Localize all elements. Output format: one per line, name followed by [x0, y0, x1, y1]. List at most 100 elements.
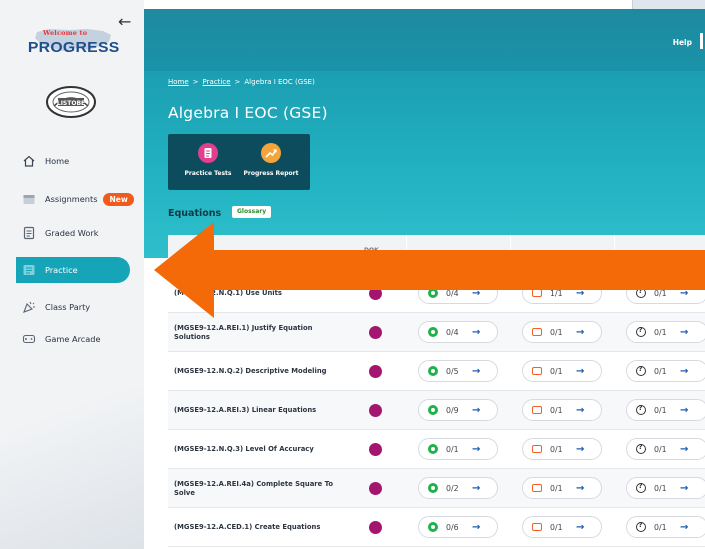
- sidebar-item-graded-work[interactable]: Graded Work: [16, 220, 130, 246]
- quiz-progress-button[interactable]: 0/1 →: [522, 516, 602, 538]
- question-circle-icon: [636, 521, 646, 532]
- app-window: ← Welcome to PROGRESS LISTOBE Home Assig…: [0, 0, 705, 549]
- arrow-right-icon: →: [576, 287, 585, 299]
- standard-label: (MGSE9-12.A.CED.1) Create Equations: [174, 523, 321, 531]
- practice-tests-label: Practice Tests: [184, 170, 232, 177]
- test-progress-button[interactable]: 0/1 →: [626, 477, 705, 499]
- breadcrumb-separator: >: [192, 78, 199, 86]
- logo-welcome-text: Welcome to: [43, 29, 88, 37]
- new-badge: New: [103, 192, 134, 206]
- standard-name[interactable]: (MGSE9-12.A.REI.4a) Complete Square To S…: [174, 469, 344, 508]
- chat-bubble-icon: [532, 328, 542, 336]
- standard-name[interactable]: (MGSE9-12.A.REI.3) Linear Equations: [174, 391, 344, 430]
- sidebar-item-assignments[interactable]: Assignments New: [16, 186, 134, 212]
- sidebar-item-label: Home: [45, 156, 70, 166]
- arrow-right-icon: →: [576, 365, 585, 377]
- arrow-right-icon: →: [472, 521, 481, 533]
- tool-panel: Practice Tests Progress Report: [168, 134, 310, 190]
- quiz-progress-button[interactable]: 0/1 →: [522, 321, 602, 343]
- practice-progress-button[interactable]: 0/6 →: [418, 516, 498, 538]
- test-progress-button[interactable]: 0/1 →: [626, 360, 705, 382]
- school-logo: LISTOBE: [46, 86, 96, 118]
- column-divider: [406, 235, 407, 274]
- chat-bubble-icon: [532, 406, 542, 414]
- quiz-progress-button[interactable]: 0/1 →: [522, 360, 602, 382]
- quiz-count: 0/1: [550, 366, 563, 376]
- table-row: (MGSE9-12.N.Q.3) Level Of Accuracy 0/1 → 0/…: [168, 430, 705, 469]
- quiz-count: 0/1: [550, 327, 563, 337]
- course-hero: Home > Practice > Algebra I EOC (GSE) Al…: [144, 71, 705, 258]
- standard-name[interactable]: (MGSE9-12.A.CED.1) Create Equations: [174, 508, 344, 547]
- progress-report-icon: [261, 143, 281, 163]
- sidebar-item-game-arcade[interactable]: Game Arcade: [16, 326, 130, 352]
- practice-count: 0/1: [446, 444, 459, 454]
- top-header: Help: [144, 9, 705, 71]
- dok-level-dot: [369, 326, 382, 339]
- test-progress-button[interactable]: 0/1 →: [626, 282, 705, 304]
- practice-icon: [428, 327, 438, 337]
- table-row: (MGSE9-12.A.REI.3) Linear Equations 0/9 → 0…: [168, 391, 705, 430]
- glossary-button[interactable]: Glossary: [232, 206, 272, 218]
- practice-icon: [428, 288, 438, 298]
- sidebar-item-home[interactable]: Home: [16, 148, 130, 174]
- graded-work-icon: [23, 226, 35, 240]
- arrow-right-icon: →: [472, 365, 481, 377]
- breadcrumb-practice[interactable]: Practice: [203, 78, 231, 86]
- sidebar: ← Welcome to PROGRESS LISTOBE Home Assig…: [0, 0, 144, 549]
- breadcrumb-home[interactable]: Home: [168, 78, 189, 86]
- arrow-right-icon: →: [680, 287, 689, 299]
- quiz-progress-button[interactable]: 0/1 →: [522, 399, 602, 421]
- practice-tests-button[interactable]: Practice Tests: [178, 143, 238, 177]
- progress-report-button[interactable]: Progress Report: [241, 143, 301, 177]
- practice-progress-button[interactable]: 0/5 →: [418, 360, 498, 382]
- arrow-right-icon: →: [472, 443, 481, 455]
- question-circle-icon: [636, 326, 646, 337]
- progress-logo[interactable]: Welcome to PROGRESS: [26, 22, 119, 64]
- test-progress-button[interactable]: 0/1 →: [626, 516, 705, 538]
- practice-icon: [428, 405, 438, 415]
- arrow-right-icon: →: [576, 521, 585, 533]
- practice-tests-icon: [198, 143, 218, 163]
- standard-name[interactable]: (MGSE9-12.N.Q.1) Use Units: [174, 274, 344, 313]
- arrow-right-icon: →: [680, 521, 689, 533]
- chat-bubble-icon: [532, 523, 542, 531]
- question-circle-icon: [636, 365, 646, 376]
- standard-name[interactable]: (MGSE9-12.A.REI.1) Justify Equation Solu…: [174, 313, 344, 352]
- question-circle-icon: [636, 404, 646, 415]
- progress-report-label: Progress Report: [243, 170, 299, 177]
- arrow-right-icon: →: [472, 287, 481, 299]
- test-progress-button[interactable]: 0/1 →: [626, 438, 705, 460]
- back-arrow-icon[interactable]: ←: [118, 14, 131, 30]
- quiz-count: 1/1: [550, 288, 563, 298]
- practice-count: 0/4: [446, 327, 459, 337]
- practice-icon: [23, 265, 35, 275]
- practice-icon: [428, 522, 438, 532]
- test-progress-button[interactable]: 0/1 →: [626, 399, 705, 421]
- practice-progress-button[interactable]: 0/2 →: [418, 477, 498, 499]
- arrow-right-icon: →: [576, 443, 585, 455]
- sidebar-shade: [0, 390, 144, 549]
- practice-icon: [428, 366, 438, 376]
- quiz-progress-button[interactable]: 0/1 →: [522, 438, 602, 460]
- breadcrumb-current: Algebra I EOC (GSE): [244, 78, 315, 86]
- dok-level-dot: [369, 521, 382, 534]
- practice-count: 0/2: [446, 483, 459, 493]
- standard-label: (MGSE9-12.N.Q.3) Level Of Accuracy: [174, 445, 314, 453]
- practice-progress-button[interactable]: 0/1 →: [418, 438, 498, 460]
- quiz-progress-button[interactable]: 0/1 →: [522, 477, 602, 499]
- sidebar-item-practice[interactable]: Practice: [16, 257, 130, 283]
- table-row: (MGSE9-12.N.Q.2) Descriptive Modeling 0/5…: [168, 352, 705, 391]
- test-progress-button[interactable]: 0/1 →: [626, 321, 705, 343]
- practice-progress-button[interactable]: 0/4 →: [418, 282, 498, 304]
- practice-progress-button[interactable]: 0/4 →: [418, 321, 498, 343]
- sidebar-item-label: Class Party: [45, 302, 91, 312]
- practice-progress-button[interactable]: 0/9 →: [418, 399, 498, 421]
- table-row: (MGSE9-12.A.CED.1) Create Equations 0/6 → 0…: [168, 508, 705, 547]
- standard-name[interactable]: (MGSE9-12.N.Q.3) Level Of Accuracy: [174, 430, 344, 469]
- column-divider: [510, 235, 511, 274]
- arrow-right-icon: →: [576, 482, 585, 494]
- quiz-progress-button[interactable]: 1/1 →: [522, 282, 602, 304]
- sidebar-item-class-party[interactable]: Class Party: [16, 294, 130, 320]
- standard-name[interactable]: (MGSE9-12.N.Q.2) Descriptive Modeling: [174, 352, 344, 391]
- help-link[interactable]: Help: [673, 38, 692, 47]
